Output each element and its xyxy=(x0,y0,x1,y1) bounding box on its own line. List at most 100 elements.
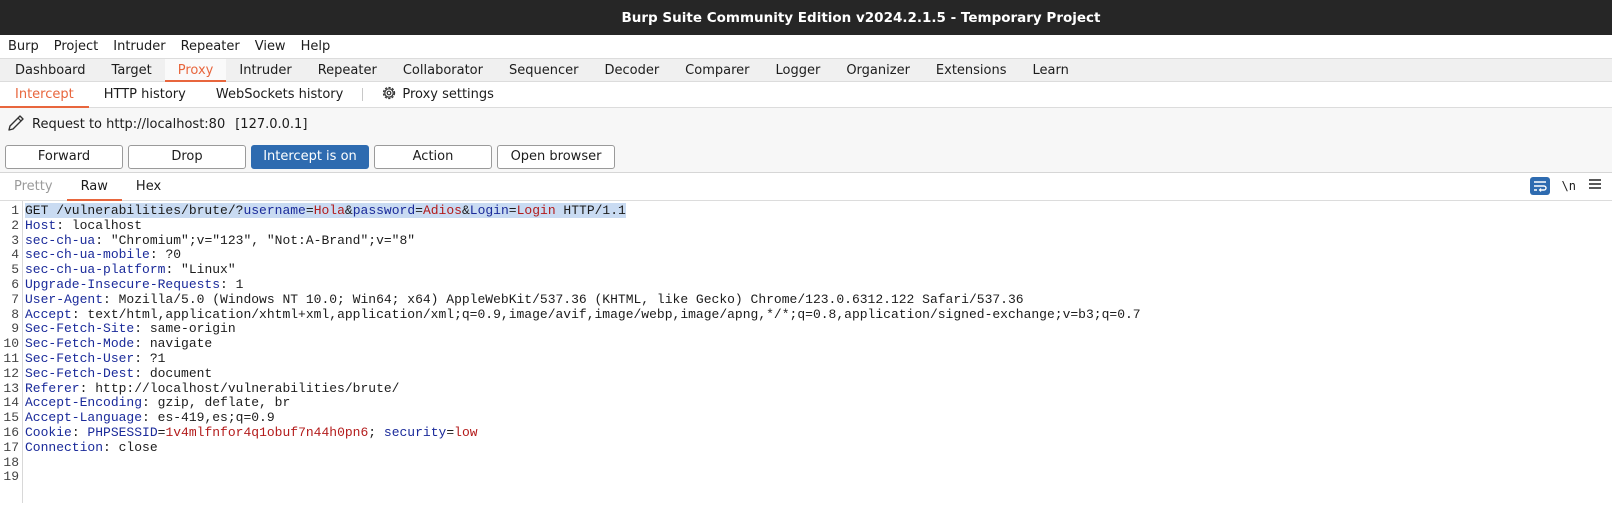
header-value: text/html,application/xhtml+xml,applicat… xyxy=(87,306,1141,322)
http-version: HTTP/1.1 xyxy=(555,203,626,218)
cookie-line[interactable]: Cookie: PHPSESSID=1v4mlfnfor4q1obuf7n44h… xyxy=(25,424,1612,441)
proxy-subtab-bar: Intercept HTTP history WebSockets histor… xyxy=(0,82,1612,108)
line-number: 6 xyxy=(11,276,19,292)
word-wrap-icon[interactable] xyxy=(1529,177,1550,195)
header-line[interactable]: Sec-Fetch-Mode: navigate xyxy=(25,336,1612,352)
header-line[interactable]: Sec-Fetch-User: ?1 xyxy=(25,350,1612,367)
header-line[interactable]: Sec-Fetch-Dest: document xyxy=(25,365,1612,382)
header-name: sec-ch-ua-mobile xyxy=(25,247,150,263)
request-code[interactable]: GET /vulnerabilities/brute/?username=Hol… xyxy=(23,201,1612,503)
subtab-divider xyxy=(362,88,364,101)
line-number: 14 xyxy=(3,395,19,411)
header-line[interactable]: Accept-Encoding: gzip, deflate, br xyxy=(25,395,1612,411)
empty-line[interactable] xyxy=(25,470,1612,485)
header-name: Referer xyxy=(25,380,80,396)
line-number: 16 xyxy=(3,424,19,440)
header-value: "Linux" xyxy=(181,262,236,278)
menu-repeater[interactable]: Repeater xyxy=(181,39,240,54)
header-line[interactable]: sec-ch-ua-platform: "Linux" xyxy=(25,262,1612,278)
cookie-name: PHPSESSID xyxy=(87,424,158,440)
cookie-value: low xyxy=(454,424,478,440)
line-number: 4 xyxy=(11,247,19,263)
header-value: navigate xyxy=(149,336,213,352)
open-browser-button[interactable]: Open browser xyxy=(497,144,615,169)
request-path: /vulnerabilities/brute/? xyxy=(48,203,244,218)
header-value: es-419,es;q=0.9 xyxy=(157,410,275,426)
empty-line[interactable] xyxy=(25,456,1612,471)
line-number-gutter: 1 2 3 4 5 6 7 8 9 10 11 12 13 14 15 16 1… xyxy=(0,201,23,503)
header-line[interactable]: Sec-Fetch-Site: same-origin xyxy=(25,321,1612,337)
request-editor[interactable]: 1 2 3 4 5 6 7 8 9 10 11 12 13 14 15 16 1… xyxy=(0,201,1612,503)
drop-button[interactable]: Drop xyxy=(128,144,246,169)
header-name: Accept-Encoding xyxy=(25,395,143,411)
hamburger-menu-icon[interactable] xyxy=(1588,178,1602,194)
line-number: 10 xyxy=(3,336,19,352)
tab-collaborator[interactable]: Collaborator xyxy=(390,59,496,81)
param-name: Login xyxy=(469,203,509,218)
param-value: Login xyxy=(516,203,556,218)
header-line[interactable]: Accept: text/html,application/xhtml+xml,… xyxy=(25,306,1612,323)
menu-view[interactable]: View xyxy=(255,39,286,54)
forward-button[interactable]: Forward xyxy=(5,144,123,169)
header-value: gzip, deflate, br xyxy=(157,395,291,411)
tab-organizer[interactable]: Organizer xyxy=(833,59,923,81)
tab-sequencer[interactable]: Sequencer xyxy=(496,59,591,81)
header-line[interactable]: sec-ch-ua-mobile: ?0 xyxy=(25,247,1612,263)
subtab-intercept[interactable]: Intercept xyxy=(0,82,89,108)
subtab-http-history[interactable]: HTTP history xyxy=(89,82,201,107)
tab-raw[interactable]: Raw xyxy=(66,173,123,201)
cookie-value: 1v4mlfnfor4q1obuf7n44h0pn6 xyxy=(165,424,369,440)
action-button[interactable]: Action xyxy=(374,144,492,169)
header-name: Cookie xyxy=(25,424,72,440)
tab-intruder[interactable]: Intruder xyxy=(226,59,304,81)
header-name: Sec-Fetch-User xyxy=(25,350,135,366)
header-name: Upgrade-Insecure-Requests xyxy=(25,276,221,292)
message-editor-tabs: Pretty Raw Hex \n xyxy=(0,173,1612,201)
header-line[interactable]: Accept-Language: es-419,es;q=0.9 xyxy=(25,410,1612,426)
tab-pretty[interactable]: Pretty xyxy=(0,173,67,200)
header-value: Mozilla/5.0 (Windows NT 10.0; Win64; x64… xyxy=(118,291,1024,307)
line-number: 11 xyxy=(3,350,19,366)
menu-burp[interactable]: Burp xyxy=(8,39,39,54)
line-number: 12 xyxy=(3,365,19,381)
header-line[interactable]: Upgrade-Insecure-Requests: 1 xyxy=(25,276,1612,293)
header-line[interactable]: Connection: close xyxy=(25,439,1612,456)
tab-dashboard[interactable]: Dashboard xyxy=(2,59,99,81)
header-line[interactable]: sec-ch-ua: "Chromium";v="123", "Not:A-Br… xyxy=(25,233,1612,249)
main-tab-bar: Dashboard Target Proxy Intruder Repeater… xyxy=(0,58,1612,82)
menu-project[interactable]: Project xyxy=(54,39,98,54)
subtab-websockets-history[interactable]: WebSockets history xyxy=(201,82,358,107)
request-line[interactable]: GET /vulnerabilities/brute/?username=Hol… xyxy=(25,203,1612,219)
tab-decoder[interactable]: Decoder xyxy=(591,59,672,81)
header-value: document xyxy=(149,365,213,381)
tab-target[interactable]: Target xyxy=(99,59,165,81)
gear-icon xyxy=(381,85,397,105)
menu-intruder[interactable]: Intruder xyxy=(113,39,165,54)
header-name: User-Agent xyxy=(25,291,104,307)
request-method: GET xyxy=(25,203,49,218)
tab-comparer[interactable]: Comparer xyxy=(672,59,762,81)
proxy-settings-button[interactable]: Proxy settings xyxy=(371,82,500,107)
tab-logger[interactable]: Logger xyxy=(763,59,834,81)
tab-learn[interactable]: Learn xyxy=(1020,59,1082,81)
line-number: 13 xyxy=(3,380,19,396)
tab-repeater[interactable]: Repeater xyxy=(305,59,390,81)
header-value: 1 xyxy=(235,276,244,292)
param-name: password xyxy=(352,203,416,218)
header-name: Sec-Fetch-Site xyxy=(25,321,135,337)
header-line[interactable]: Host: localhost xyxy=(25,217,1612,234)
menu-help[interactable]: Help xyxy=(301,39,331,54)
header-value: localhost xyxy=(71,217,143,233)
tab-extensions[interactable]: Extensions xyxy=(923,59,1020,81)
header-value: ?0 xyxy=(165,247,182,263)
header-name: Connection xyxy=(25,439,104,455)
show-newlines-button[interactable]: \n xyxy=(1562,179,1576,193)
intercept-toggle-button[interactable]: Intercept is on xyxy=(251,144,369,169)
param-value: Hola xyxy=(313,203,345,218)
tab-proxy[interactable]: Proxy xyxy=(164,59,227,82)
param-name: username xyxy=(243,203,306,218)
request-target-label: Request to http://localhost:80 xyxy=(32,117,226,132)
tab-hex[interactable]: Hex xyxy=(122,173,175,200)
header-line[interactable]: User-Agent: Mozilla/5.0 (Windows NT 10.0… xyxy=(25,291,1612,308)
header-line[interactable]: Referer: http://localhost/vulnerabilitie… xyxy=(25,380,1612,397)
